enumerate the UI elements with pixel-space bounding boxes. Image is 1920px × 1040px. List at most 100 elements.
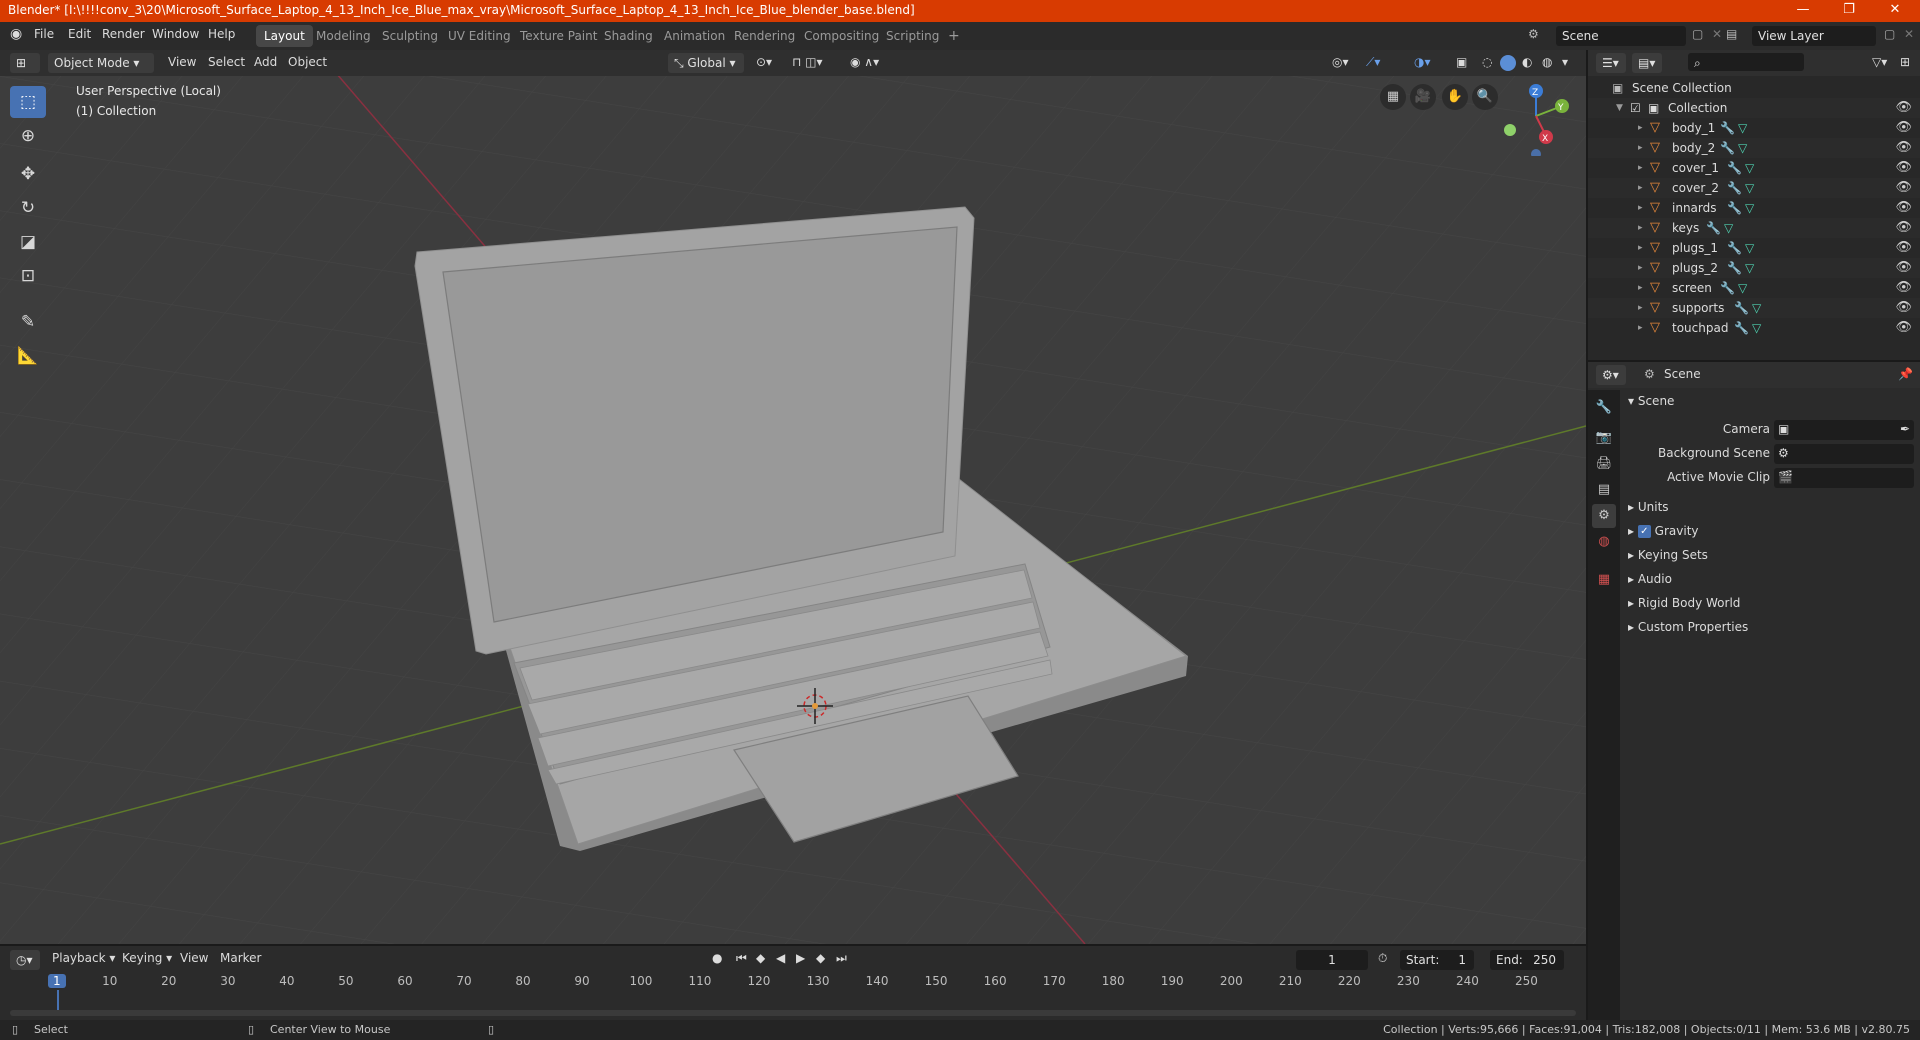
outliner-search-input[interactable]: ⌕: [1688, 53, 1804, 71]
eye-icon[interactable]: 👁: [1895, 138, 1912, 158]
modifier-icon[interactable]: 🔧: [1706, 218, 1721, 238]
menu-help[interactable]: Help: [208, 27, 235, 41]
expand-icon[interactable]: ▸: [1638, 178, 1643, 198]
playback-menu[interactable]: Playback ▾: [52, 951, 115, 965]
camera-field[interactable]: ▣ ✒: [1774, 420, 1914, 440]
modifier-icon[interactable]: 🔧: [1727, 258, 1742, 278]
modifier-icon[interactable]: 🔧: [1727, 198, 1742, 218]
audio-section[interactable]: ▸ Audio: [1628, 572, 1672, 586]
new-view-layer-icon[interactable]: ▢: [1884, 27, 1895, 41]
tab-texture-paint[interactable]: Texture Paint: [512, 25, 605, 47]
tab-uv-editing[interactable]: UV Editing: [440, 25, 519, 47]
tab-sculpting[interactable]: Sculpting: [374, 25, 446, 47]
outliner-row-object[interactable]: ▸ ▽ innards 🔧 ▽ 👁: [1588, 198, 1920, 218]
mesh-data-icon[interactable]: ▽: [1745, 158, 1754, 178]
playhead-line[interactable]: [57, 990, 59, 1012]
modifier-icon[interactable]: 🔧: [1727, 158, 1742, 178]
display-mode-icon[interactable]: ▤▾: [1632, 53, 1662, 73]
new-collection-icon[interactable]: ⊞: [1900, 55, 1910, 69]
mesh-data-icon[interactable]: ▽: [1724, 218, 1733, 238]
pin-icon[interactable]: 📌: [1898, 367, 1913, 381]
expand-icon[interactable]: ▸: [1638, 318, 1643, 338]
outliner-row-object[interactable]: ▸ ▽ cover_2 🔧 ▽ 👁: [1588, 178, 1920, 198]
world-tab-icon[interactable]: ◍: [1592, 530, 1616, 554]
view-layer-field[interactable]: View Layer: [1752, 26, 1876, 46]
transform-tool-icon[interactable]: ⊡: [10, 260, 46, 292]
mesh-data-icon[interactable]: ▽: [1738, 138, 1747, 158]
outliner-row-object[interactable]: ▸ ▽ cover_1 🔧 ▽ 👁: [1588, 158, 1920, 178]
view-layer-tab-icon[interactable]: ▤: [1592, 478, 1616, 502]
3d-viewport[interactable]: ⬚ ⊕ ✥ ↻ ◪ ⊡ ✎ 📐 User Perspective (Local)…: [0, 76, 1586, 944]
cursor-tool-icon[interactable]: ⊕: [10, 120, 46, 152]
orientation-dropdown[interactable]: ⤡ Global ▾: [668, 53, 744, 73]
timeline-view-menu[interactable]: View: [180, 951, 208, 965]
custom-properties-section[interactable]: ▸ Custom Properties: [1628, 620, 1748, 634]
scene-field[interactable]: Scene: [1556, 26, 1686, 46]
modifier-icon[interactable]: 🔧: [1720, 138, 1735, 158]
eye-icon[interactable]: 👁: [1895, 238, 1912, 258]
expand-icon[interactable]: ▸: [1638, 138, 1643, 158]
rigid-body-section[interactable]: ▸ Rigid Body World: [1628, 596, 1740, 610]
annotate-tool-icon[interactable]: ✎: [10, 306, 46, 338]
visibility-icon[interactable]: ◎▾: [1332, 55, 1349, 69]
eye-icon[interactable]: 👁: [1895, 118, 1912, 138]
rendered-shading-icon[interactable]: ◍: [1542, 55, 1552, 69]
eyedropper-icon[interactable]: ✒: [1900, 422, 1910, 436]
outliner-row-object[interactable]: ▸ ▽ supports 🔧 ▽ 👁: [1588, 298, 1920, 318]
jump-start-icon[interactable]: ⏮: [736, 951, 747, 966]
tab-compositing[interactable]: Compositing: [796, 25, 887, 47]
record-icon[interactable]: ●: [712, 951, 722, 965]
background-scene-field[interactable]: ⚙: [1774, 444, 1914, 464]
eye-icon[interactable]: 👁: [1895, 318, 1912, 338]
delete-scene-icon[interactable]: ✕: [1712, 27, 1722, 41]
gizmo-toggle-icon[interactable]: ⟋▾: [1366, 55, 1380, 70]
expand-icon[interactable]: ▸: [1638, 298, 1643, 318]
outliner-row-object[interactable]: ▸ ▽ screen 🔧 ▽ 👁: [1588, 278, 1920, 298]
modifier-icon[interactable]: 🔧: [1720, 278, 1735, 298]
scene-panel-header[interactable]: ▾ Scene: [1628, 394, 1674, 408]
move-tool-icon[interactable]: ✥: [10, 158, 46, 190]
eye-icon[interactable]: 👁: [1895, 218, 1912, 238]
close-button[interactable]: ✕: [1872, 0, 1918, 22]
outliner-row-object[interactable]: ▸ ▽ body_2 🔧 ▽ 👁: [1588, 138, 1920, 158]
gravity-checkbox[interactable]: ✓: [1637, 525, 1651, 538]
mesh-data-icon[interactable]: ▽: [1745, 258, 1754, 278]
keying-sets-section[interactable]: ▸ Keying Sets: [1628, 548, 1708, 562]
grid-view-icon[interactable]: ▦: [1380, 84, 1406, 110]
expand-icon[interactable]: ▸: [1638, 258, 1643, 278]
expand-icon[interactable]: ▸: [1638, 198, 1643, 218]
scale-tool-icon[interactable]: ◪: [10, 226, 46, 258]
tab-shading[interactable]: Shading: [596, 25, 661, 47]
next-keyframe-icon[interactable]: ◆: [816, 951, 825, 965]
scene-tab-icon[interactable]: ⚙: [1592, 504, 1616, 528]
expand-icon[interactable]: ▸: [1638, 278, 1643, 298]
timeline-scrollbar[interactable]: [10, 1010, 1576, 1016]
mesh-data-icon[interactable]: ▽: [1738, 118, 1747, 138]
texture-tab-icon[interactable]: ▦: [1592, 568, 1616, 592]
zoom-view-icon[interactable]: 🔍: [1472, 84, 1498, 110]
eye-icon[interactable]: 👁: [1895, 198, 1912, 218]
add-workspace-button[interactable]: +: [940, 25, 968, 47]
tool-tab-icon[interactable]: 🔧: [1592, 396, 1616, 420]
expand-icon[interactable]: ▸: [1638, 218, 1643, 238]
maximize-button[interactable]: ❐: [1826, 0, 1872, 22]
play-icon[interactable]: ▶: [796, 951, 805, 965]
wireframe-shading-icon[interactable]: ◌: [1482, 55, 1492, 69]
mesh-data-icon[interactable]: ▽: [1752, 298, 1761, 318]
modifier-icon[interactable]: 🔧: [1734, 298, 1749, 318]
view-menu[interactable]: View: [168, 55, 196, 69]
mesh-data-icon[interactable]: ▽: [1745, 178, 1754, 198]
eye-icon[interactable]: 👁: [1895, 98, 1912, 118]
expand-icon[interactable]: ▸: [1638, 118, 1643, 138]
outliner-row-object[interactable]: ▸ ▽ body_1 🔧 ▽ 👁: [1588, 118, 1920, 138]
tab-animation[interactable]: Animation: [656, 25, 733, 47]
proportional-edit-icon[interactable]: ◉ ∧▾: [850, 55, 879, 69]
eye-icon[interactable]: 👁: [1895, 158, 1912, 178]
modifier-icon[interactable]: 🔧: [1720, 118, 1735, 138]
checkbox-icon[interactable]: ☑: [1630, 98, 1641, 118]
modifier-icon[interactable]: 🔧: [1727, 238, 1742, 258]
render-tab-icon[interactable]: 📷: [1592, 426, 1616, 450]
overlay-toggle-icon[interactable]: ◑▾: [1414, 55, 1431, 69]
menu-render[interactable]: Render: [102, 27, 145, 41]
timeline-editor-type-icon[interactable]: ◷▾: [10, 950, 40, 970]
